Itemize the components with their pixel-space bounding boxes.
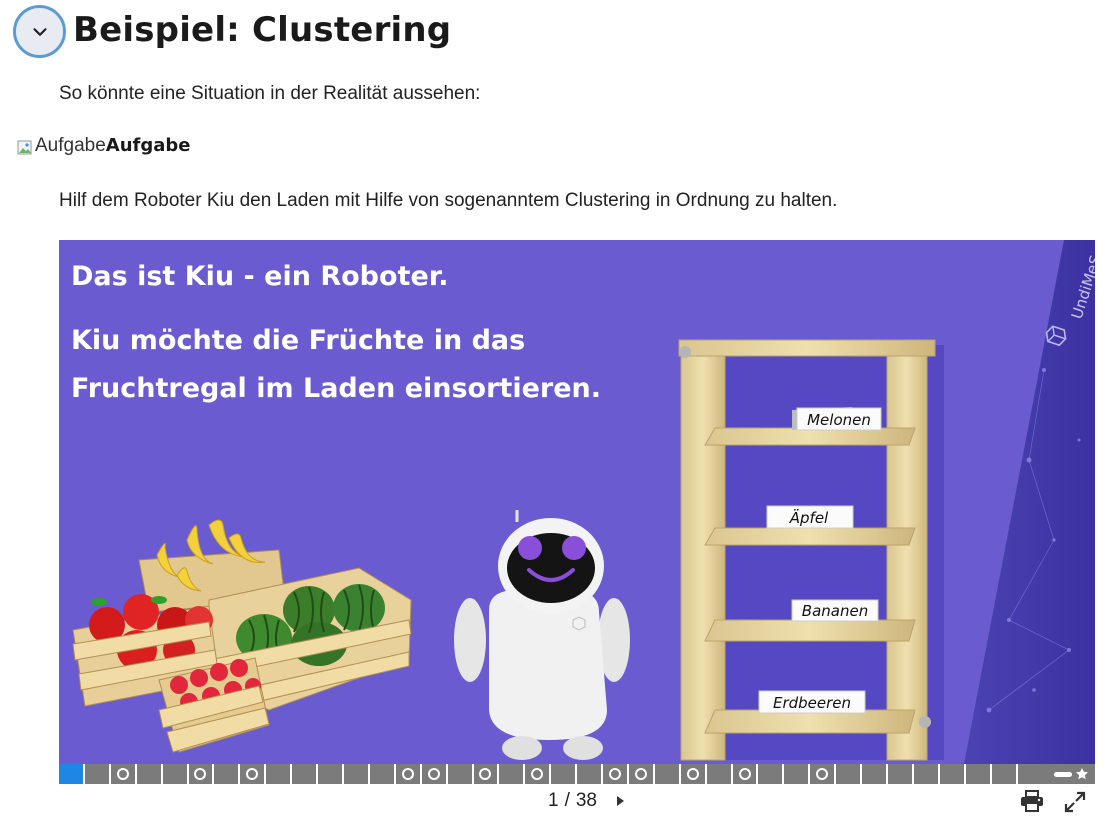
aufgabe-image: Aufgabe — [17, 135, 106, 157]
total-slides: 38 — [575, 790, 597, 811]
progress-segment[interactable] — [499, 764, 526, 784]
label-bananen-text: Bananen — [802, 602, 868, 620]
shelf-label-bananen: Bananen — [791, 599, 879, 622]
progress-segment[interactable] — [240, 764, 267, 784]
shelf-label-aepfel: Äpfel — [766, 505, 854, 529]
progress-segment[interactable] — [862, 764, 888, 784]
shelf-label-melonen: Melonen — [792, 407, 882, 431]
aufgabe-label: Aufgabe — [105, 135, 191, 156]
interaction-marker-icon — [194, 768, 207, 780]
intro-paragraph: So könnte eine Situation in der Realität… — [59, 83, 481, 104]
interaction-marker-icon — [116, 768, 129, 780]
progress-segment[interactable] — [551, 764, 578, 784]
progress-segment[interactable] — [836, 764, 863, 784]
progress-segment[interactable] — [266, 764, 293, 784]
slide-illustration: UndiMeS Melonen Äpfel Bananen Erdbeeren — [72, 240, 1095, 764]
collapse-toggle-button[interactable] — [13, 5, 66, 58]
progress-segment[interactable] — [1018, 764, 1096, 784]
progress-segment[interactable] — [292, 764, 319, 784]
shelf-label-erdbeeren: Erdbeeren — [758, 690, 866, 714]
progress-segment[interactable] — [59, 764, 85, 784]
fruit-crates — [72, 519, 412, 753]
progress-segment[interactable] — [888, 764, 914, 784]
progress-segment[interactable] — [318, 764, 344, 784]
progress-segment[interactable] — [629, 764, 655, 784]
progress-segment[interactable] — [655, 764, 681, 784]
aufgabe-heading: Aufgabe Aufgabe — [17, 135, 191, 157]
label-aepfel-text: Äpfel — [789, 508, 829, 527]
interaction-marker-icon — [401, 768, 414, 780]
brand-band: UndiMeS — [964, 240, 1095, 764]
progress-segment[interactable] — [914, 764, 940, 784]
progress-segment[interactable] — [137, 764, 163, 784]
progress-segment[interactable] — [189, 764, 215, 784]
broken-image-icon — [17, 140, 32, 155]
progress-segment[interactable] — [525, 764, 552, 784]
progress-segment[interactable] — [810, 764, 837, 784]
progress-segment[interactable] — [784, 764, 811, 784]
robot-kiu — [454, 510, 630, 760]
aufgabe-image-alt: Aufgabe — [35, 135, 106, 156]
progress-segment[interactable] — [422, 764, 448, 784]
progress-segment[interactable] — [992, 764, 1018, 784]
progress-segment[interactable] — [111, 764, 137, 784]
print-icon[interactable] — [1020, 790, 1044, 812]
progress-segment[interactable] — [733, 764, 759, 784]
label-melonen-text: Melonen — [807, 411, 871, 429]
slide-progress-bar[interactable] — [59, 764, 1095, 784]
current-slide-number: 1 — [548, 790, 559, 811]
interaction-marker-icon — [479, 768, 492, 780]
progress-segment[interactable] — [758, 764, 785, 784]
progress-segment[interactable] — [681, 764, 707, 784]
interaction-marker-icon — [686, 768, 699, 780]
presentation-slide[interactable]: Das ist Kiu - ein Roboter. Kiu möchte di… — [59, 240, 1095, 764]
chevron-down-icon — [32, 27, 47, 36]
interaction-marker-icon — [634, 768, 647, 780]
progress-segment[interactable] — [577, 764, 604, 784]
progress-segment[interactable] — [966, 764, 992, 784]
progress-segment[interactable] — [85, 764, 111, 784]
progress-segment[interactable] — [474, 764, 500, 784]
slide-separator: / — [564, 790, 570, 811]
interaction-marker-icon — [427, 768, 440, 780]
interaction-marker-icon — [531, 768, 544, 780]
slide-navigation: 1 / 38 — [548, 790, 624, 812]
bookmark-star-icon[interactable] — [1054, 767, 1089, 781]
interaction-marker-icon — [608, 768, 621, 780]
progress-segment[interactable] — [603, 764, 629, 784]
progress-segment[interactable] — [940, 764, 966, 784]
next-arrow-icon[interactable] — [617, 796, 624, 806]
interaction-marker-icon — [246, 768, 259, 780]
progress-segment[interactable] — [707, 764, 733, 784]
page-title: Beispiel: Clustering — [73, 10, 452, 50]
task-paragraph: Hilf dem Roboter Kiu den Laden mit Hilfe… — [59, 190, 838, 211]
progress-segment[interactable] — [448, 764, 474, 784]
progress-segment[interactable] — [163, 764, 189, 784]
interaction-marker-icon — [738, 768, 751, 780]
label-erdbeeren-text: Erdbeeren — [773, 694, 851, 712]
progress-segment[interactable] — [370, 764, 396, 784]
fullscreen-icon[interactable] — [1063, 790, 1087, 814]
interaction-marker-icon — [816, 768, 829, 780]
progress-segment[interactable] — [214, 764, 241, 784]
progress-segment[interactable] — [396, 764, 422, 784]
progress-segment[interactable] — [344, 764, 370, 784]
